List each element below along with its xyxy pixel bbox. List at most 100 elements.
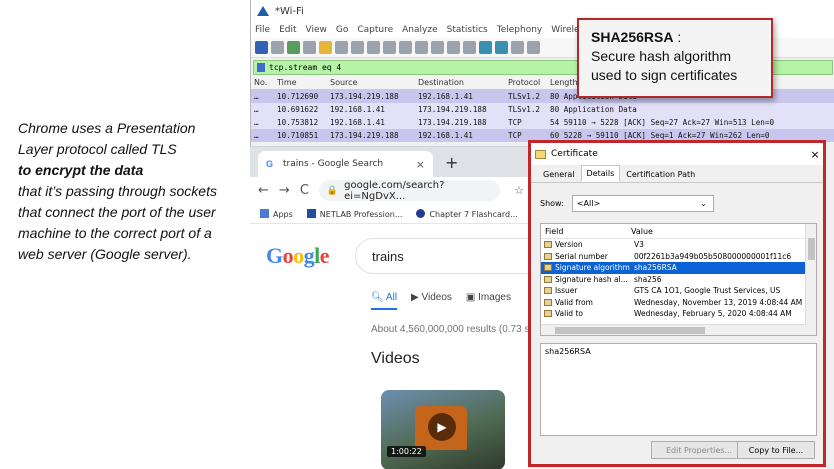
chrome-window: G trains - Google Search × + ← → C 🔒 goo… bbox=[250, 146, 555, 469]
tab-close-icon[interactable]: × bbox=[416, 158, 425, 171]
play-button-icon[interactable]: ▶ bbox=[428, 413, 456, 441]
find-packet-icon[interactable] bbox=[383, 41, 396, 54]
play-icon: ▶ bbox=[411, 292, 422, 303]
menu-file[interactable]: File bbox=[255, 25, 270, 35]
fields-header: Field Value bbox=[541, 224, 816, 239]
capture-options-icon[interactable] bbox=[303, 41, 316, 54]
col-no[interactable]: No. bbox=[251, 78, 277, 87]
tab-general[interactable]: General bbox=[537, 167, 581, 182]
go-forward-icon[interactable] bbox=[415, 41, 428, 54]
field-icon bbox=[544, 264, 552, 272]
restart-capture-icon[interactable] bbox=[287, 41, 300, 54]
slide-line-emphasis: to encrypt the data bbox=[18, 162, 144, 178]
search-icon: 🔍︎ bbox=[371, 292, 386, 303]
field-value-text: sha256RSA bbox=[545, 347, 591, 356]
bookmark-star-icon[interactable]: ☆ bbox=[514, 184, 524, 197]
show-dropdown[interactable]: <All> ⌄ bbox=[571, 194, 714, 212]
field-row-selected[interactable]: Signature algorithm sha256RSA bbox=[541, 262, 816, 274]
search-input[interactable]: trains bbox=[355, 238, 555, 274]
scrollbar-thumb[interactable] bbox=[808, 238, 815, 260]
tab-certification-path[interactable]: Certification Path bbox=[620, 167, 701, 182]
menu-edit[interactable]: Edit bbox=[279, 25, 296, 35]
start-capture-icon[interactable] bbox=[255, 41, 268, 54]
go-to-packet-icon[interactable] bbox=[431, 41, 444, 54]
first-packet-icon[interactable] bbox=[447, 41, 460, 54]
col-protocol[interactable]: Protocol bbox=[508, 78, 550, 87]
videos-heading: Videos bbox=[371, 350, 420, 367]
show-row: Show: <All> ⌄ bbox=[540, 189, 814, 217]
slide-line: that connect the port of the user bbox=[18, 204, 216, 220]
bookmark-apps[interactable]: Apps bbox=[260, 208, 293, 219]
search-tab-images[interactable]: ▣ Images bbox=[466, 292, 511, 310]
slide-line: web server (Google server). bbox=[18, 246, 192, 262]
scrollbar-thumb[interactable] bbox=[555, 327, 705, 334]
field-icon bbox=[544, 287, 552, 295]
field-row[interactable]: Issuer GTS CA 1O1, Google Trust Services,… bbox=[541, 285, 816, 297]
copy-to-file-button[interactable]: Copy to File... bbox=[737, 441, 815, 459]
bookmark-flashcards[interactable]: Chapter 7 Flashcard... bbox=[416, 208, 518, 219]
certificate-icon bbox=[535, 149, 546, 159]
callout-title: SHA256RSA bbox=[591, 29, 674, 45]
new-tab-button[interactable]: + bbox=[445, 153, 458, 172]
fields-vertical-scrollbar[interactable] bbox=[805, 224, 816, 335]
field-row[interactable]: Valid from Wednesday, November 13, 2019 4… bbox=[541, 297, 816, 309]
open-file-icon[interactable] bbox=[319, 41, 332, 54]
filter-bookmark-icon[interactable] bbox=[257, 63, 265, 72]
google-doodle-logo[interactable]: Google bbox=[266, 243, 330, 269]
menu-view[interactable]: View bbox=[306, 25, 327, 35]
col-source[interactable]: Source bbox=[330, 78, 418, 87]
menu-capture[interactable]: Capture bbox=[357, 25, 393, 35]
field-value-textbox[interactable]: sha256RSA bbox=[540, 343, 817, 436]
reload-icon[interactable] bbox=[367, 41, 380, 54]
video-thumbnail[interactable]: ▶ 1:00:22 bbox=[381, 390, 505, 469]
sha256rsa-callout: SHA256RSA : Secure hash algorithm used t… bbox=[577, 18, 773, 98]
go-back-icon[interactable] bbox=[399, 41, 412, 54]
col-destination[interactable]: Destination bbox=[418, 78, 508, 87]
menu-go[interactable]: Go bbox=[336, 25, 348, 35]
slide-line: that it’s passing through sockets bbox=[18, 183, 217, 199]
packet-row[interactable]: … 10.753812 192.168.1.41 173.194.219.188… bbox=[251, 116, 834, 129]
address-bar[interactable]: 🔒 google.com/search?ei=NgDvX... bbox=[318, 180, 501, 202]
fields-horizontal-scrollbar[interactable] bbox=[541, 324, 807, 335]
search-query: trains bbox=[372, 248, 404, 264]
close-file-icon[interactable] bbox=[351, 41, 364, 54]
zoom-in-icon[interactable] bbox=[511, 41, 524, 54]
field-row[interactable]: Signature hash al... sha256 bbox=[541, 274, 816, 286]
video-duration: 1:00:22 bbox=[387, 446, 426, 457]
results-count: About 4,560,000,000 results (0.73 s bbox=[371, 324, 530, 335]
bookmark-netlab[interactable]: NETLAB Profession... bbox=[306, 208, 402, 219]
close-icon[interactable]: × bbox=[807, 148, 823, 161]
reload-icon[interactable]: C bbox=[300, 183, 309, 198]
browser-tab[interactable]: G trains - Google Search × bbox=[258, 151, 433, 177]
field-row[interactable]: Serial number 00f2261b3a949b05b5080000000… bbox=[541, 251, 816, 263]
lock-icon[interactable]: 🔒 bbox=[327, 186, 338, 196]
last-packet-icon[interactable] bbox=[463, 41, 476, 54]
field-row[interactable]: Version V3 bbox=[541, 239, 816, 251]
slide-line: Layer protocol called TLS bbox=[18, 141, 177, 157]
search-tab-all[interactable]: 🔍︎ All bbox=[371, 292, 398, 310]
tab-title: trains - Google Search bbox=[283, 159, 384, 169]
value-column-header[interactable]: Value bbox=[627, 227, 816, 236]
edit-properties-button[interactable]: Edit Properties... bbox=[651, 441, 747, 459]
stop-capture-icon[interactable] bbox=[271, 41, 284, 54]
zoom-out-icon[interactable] bbox=[527, 41, 540, 54]
field-icon bbox=[544, 252, 552, 260]
tab-details[interactable]: Details bbox=[580, 165, 621, 182]
menu-analyze[interactable]: Analyze bbox=[402, 25, 437, 35]
forward-icon[interactable]: → bbox=[279, 183, 290, 198]
field-row[interactable]: Valid to Wednesday, February 5, 2020 4:08… bbox=[541, 308, 816, 320]
wireshark-title: *Wi-Fi bbox=[275, 5, 304, 17]
certificate-dialog: Certificate × General Details Certificat… bbox=[528, 140, 826, 467]
autoscroll-icon[interactable] bbox=[479, 41, 492, 54]
back-icon[interactable]: ← bbox=[258, 183, 269, 198]
col-time[interactable]: Time bbox=[277, 78, 330, 87]
certificate-fields-list[interactable]: Field Value Version V3 Serial number 00f22… bbox=[540, 223, 817, 336]
menu-telephony[interactable]: Telephony bbox=[497, 25, 543, 35]
field-column-header[interactable]: Field bbox=[541, 227, 627, 236]
search-tab-videos[interactable]: ▶ Videos bbox=[411, 292, 452, 310]
show-label: Show: bbox=[540, 198, 564, 208]
packet-row[interactable]: … 10.691622 192.168.1.41 173.194.219.188… bbox=[251, 103, 834, 116]
save-file-icon[interactable] bbox=[335, 41, 348, 54]
menu-statistics[interactable]: Statistics bbox=[447, 25, 488, 35]
colorize-icon[interactable] bbox=[495, 41, 508, 54]
